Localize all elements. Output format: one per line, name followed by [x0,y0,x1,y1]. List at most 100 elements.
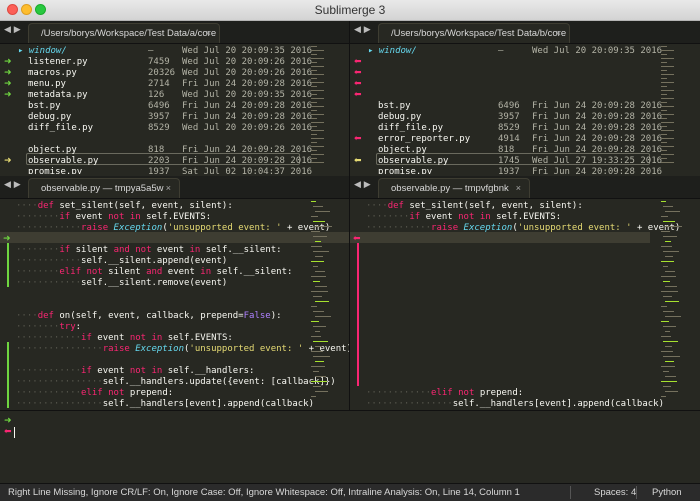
tab-top-right[interactable]: /Users/borys/Workspace/Test Data/b/core … [378,23,570,43]
nav-arrows-icon[interactable]: ◀ ▶ [4,180,21,190]
minimap[interactable] [661,201,682,401]
file-row[interactable]: diff_file.py 8529 Fri Jun 24 20:09:28 2016 [350,123,662,134]
minimap-line [661,86,667,87]
bottom-panel[interactable]: ➜ ⬅ [0,410,700,484]
minimap-line [311,146,324,147]
code-line[interactable]: ················self.__handlers[event].a… [366,399,664,410]
minimap-line [313,206,323,207]
file-row[interactable]: object.py 818 Fri Jun 24 20:09:28 2016 [350,145,662,156]
close-icon[interactable]: × [166,179,171,198]
right-code-pane[interactable]: ⬅ ····def set_silent(self, event, silent… [350,199,700,410]
minimap-line [315,256,323,257]
file-row[interactable]: ⬅ [350,79,650,90]
minimap-line [311,261,324,262]
added-arrow-icon[interactable]: ➜ [4,156,12,167]
file-row[interactable]: promise.py 1937 Fri Jun 24 20:09:28 2016 [350,167,662,174]
file-row[interactable]: ➜ listener.py 7459 Wed Jul 20 20:09:26 2016 [0,57,312,68]
file-row[interactable]: bst.py 6496 Fri Jun 24 20:09:28 2016 [350,101,662,112]
file-row[interactable]: diff_file.py 8529 Wed Jul 20 20:09:26 2016 [0,123,312,134]
tab-top-left[interactable]: /Users/borys/Workspace/Test Data/a/core … [28,23,220,43]
code-line[interactable]: ················self.__handlers[event].a… [16,399,314,410]
code-line[interactable]: ····def set_silent(self, event, silent): [16,201,233,212]
file-date: Fri Jun 24 20:09:28 2016 [182,101,313,111]
removed-arrow-icon[interactable]: ⬅ [354,134,362,145]
minimap-line [663,356,680,357]
code-line[interactable]: ············raise Exception('unsupported… [16,223,330,234]
minimap-line [311,86,317,87]
file-row[interactable]: ➜ metadata.py 126 Wed Jul 20 20:09:35 2016 [0,90,312,101]
code-line[interactable]: ····def set_silent(self, event, silent): [366,201,583,212]
code-line[interactable]: ········if silent and not event in self.… [16,245,282,256]
file-row[interactable]: object.py 818 Fri Jun 24 20:09:28 2016 [0,145,312,156]
status-separator [636,486,637,499]
file-row[interactable]: debug.py 3957 Fri Jun 24 20:09:28 2016 [0,112,312,123]
code-line[interactable]: ············if event not in self.EVENTS: [16,333,233,344]
file-row[interactable]: promise.py 1937 Sat Jul 02 10:04:37 2016 [0,167,312,174]
code-line[interactable]: ················self.__handlers.update({… [16,377,336,388]
minimap-line [315,376,326,377]
added-arrow-icon[interactable]: ➜ [4,79,12,90]
tab-bottom-right[interactable]: observable.py — tmpvfgbnk × [378,178,530,198]
removed-arrow-icon[interactable]: ⬅ [354,79,362,90]
minimap[interactable] [311,46,331,166]
removed-arrow-icon[interactable]: ⬅ [354,156,362,167]
code-line[interactable]: ········try: [16,322,81,333]
tab-bottom-left[interactable]: observable.py — tmpya5a5w × [28,178,180,198]
file-row[interactable]: ➜ menu.py 2714 Fri Jun 24 20:09:28 2016 [0,79,312,90]
file-row[interactable]: ⬅ [350,57,650,68]
minimap[interactable] [661,46,681,166]
added-arrow-icon[interactable]: ➜ [3,234,11,245]
added-arrow-icon[interactable]: ➜ [4,68,12,79]
code-line[interactable]: ················raise Exception('unsuppo… [16,344,349,355]
file-row[interactable]: bst.py 6496 Fri Jun 24 20:09:28 2016 [0,101,312,112]
syntax-setting[interactable]: Python [652,484,682,501]
file-date: Fri Jun 24 20:09:28 2016 [532,134,663,144]
code-line[interactable]: ············self.__silent.remove(event) [16,278,227,289]
nav-arrows-icon[interactable]: ◀ ▶ [354,25,371,35]
minimap-line [665,346,672,347]
minimap[interactable] [311,201,332,401]
code-line[interactable]: ············raise Exception('unsupported… [366,223,680,234]
added-arrow-icon[interactable]: ➜ [4,90,12,101]
minimap-line [661,142,667,143]
minimap-line [311,70,317,71]
indentation-setting[interactable]: Spaces: 4 [594,484,636,501]
file-row[interactable]: ➜ macros.py 20326 Wed Jul 20 20:09:26 2016 [0,68,312,79]
close-icon[interactable]: × [206,24,211,43]
file-row[interactable]: ▸ window/ – Wed Jul 20 20:09:35 2016 [0,46,312,57]
file-row[interactable]: ⬅ [350,90,650,101]
removed-arrow-icon[interactable]: ⬅ [354,57,362,68]
minimap-line [311,126,317,127]
code-line[interactable]: ········elif not silent and event in sel… [16,267,292,278]
code-line[interactable]: ············self.__silent.append(event) [16,256,227,267]
close-icon[interactable]: × [516,179,521,198]
code-line[interactable]: ············elif not prepend: [366,388,523,399]
removed-arrow-icon[interactable]: ⬅ [353,234,361,245]
file-name: macros.py [28,68,77,78]
file-row[interactable]: ⬅ [350,68,650,79]
file-row[interactable]: ⬅ error_reporter.py 4914 Fri Jun 24 20:09:2… [350,134,662,145]
code-line[interactable]: ········if event not in self.EVENTS: [16,212,211,223]
code-line[interactable]: ····def on(self, event, callback, prepen… [16,311,282,322]
file-row[interactable]: ➜ observable.py 2203 Fri Jun 24 20:09:28 20… [0,156,312,167]
file-name: ▸ window/ [18,46,67,56]
code-line[interactable]: ········if event not in self.EVENTS: [366,212,561,223]
file-row[interactable]: ⬅ observable.py 1745 Wed Jul 27 19:33:25 20… [350,156,662,167]
added-arrow-icon[interactable]: ➜ [4,57,12,68]
file-row[interactable] [0,134,300,145]
code-line[interactable]: ············elif not prepend: [16,388,173,399]
removed-arrow-icon[interactable]: ⬅ [354,90,362,101]
left-code-pane[interactable]: ➜ ····def set_silent(self, event, silent… [0,199,349,410]
left-folder-pane[interactable]: ▸ window/ – Wed Jul 20 20:09:35 2016 ➜ liste… [0,44,349,174]
minimap-line [665,226,682,227]
file-row[interactable]: debug.py 3957 Fri Jun 24 20:09:28 2016 [350,112,662,123]
code-line[interactable]: ············if event not in self.__handl… [16,366,254,377]
right-folder-pane[interactable]: ▸ window/– Wed Jul 20 20:09:35 2016 ⬅ ⬅ ⬅ ⬅ bs… [350,44,700,174]
file-row[interactable]: ▸ window/ – Wed Jul 20 20:09:35 2016 [350,46,662,57]
file-name: diff_file.py [28,123,94,133]
nav-arrows-icon[interactable]: ◀ ▶ [354,180,371,190]
file-date: Fri Jun 24 20:09:28 2016 [182,112,313,122]
close-icon[interactable]: × [556,24,561,43]
removed-arrow-icon[interactable]: ⬅ [354,68,362,79]
nav-arrows-icon[interactable]: ◀ ▶ [4,25,21,35]
